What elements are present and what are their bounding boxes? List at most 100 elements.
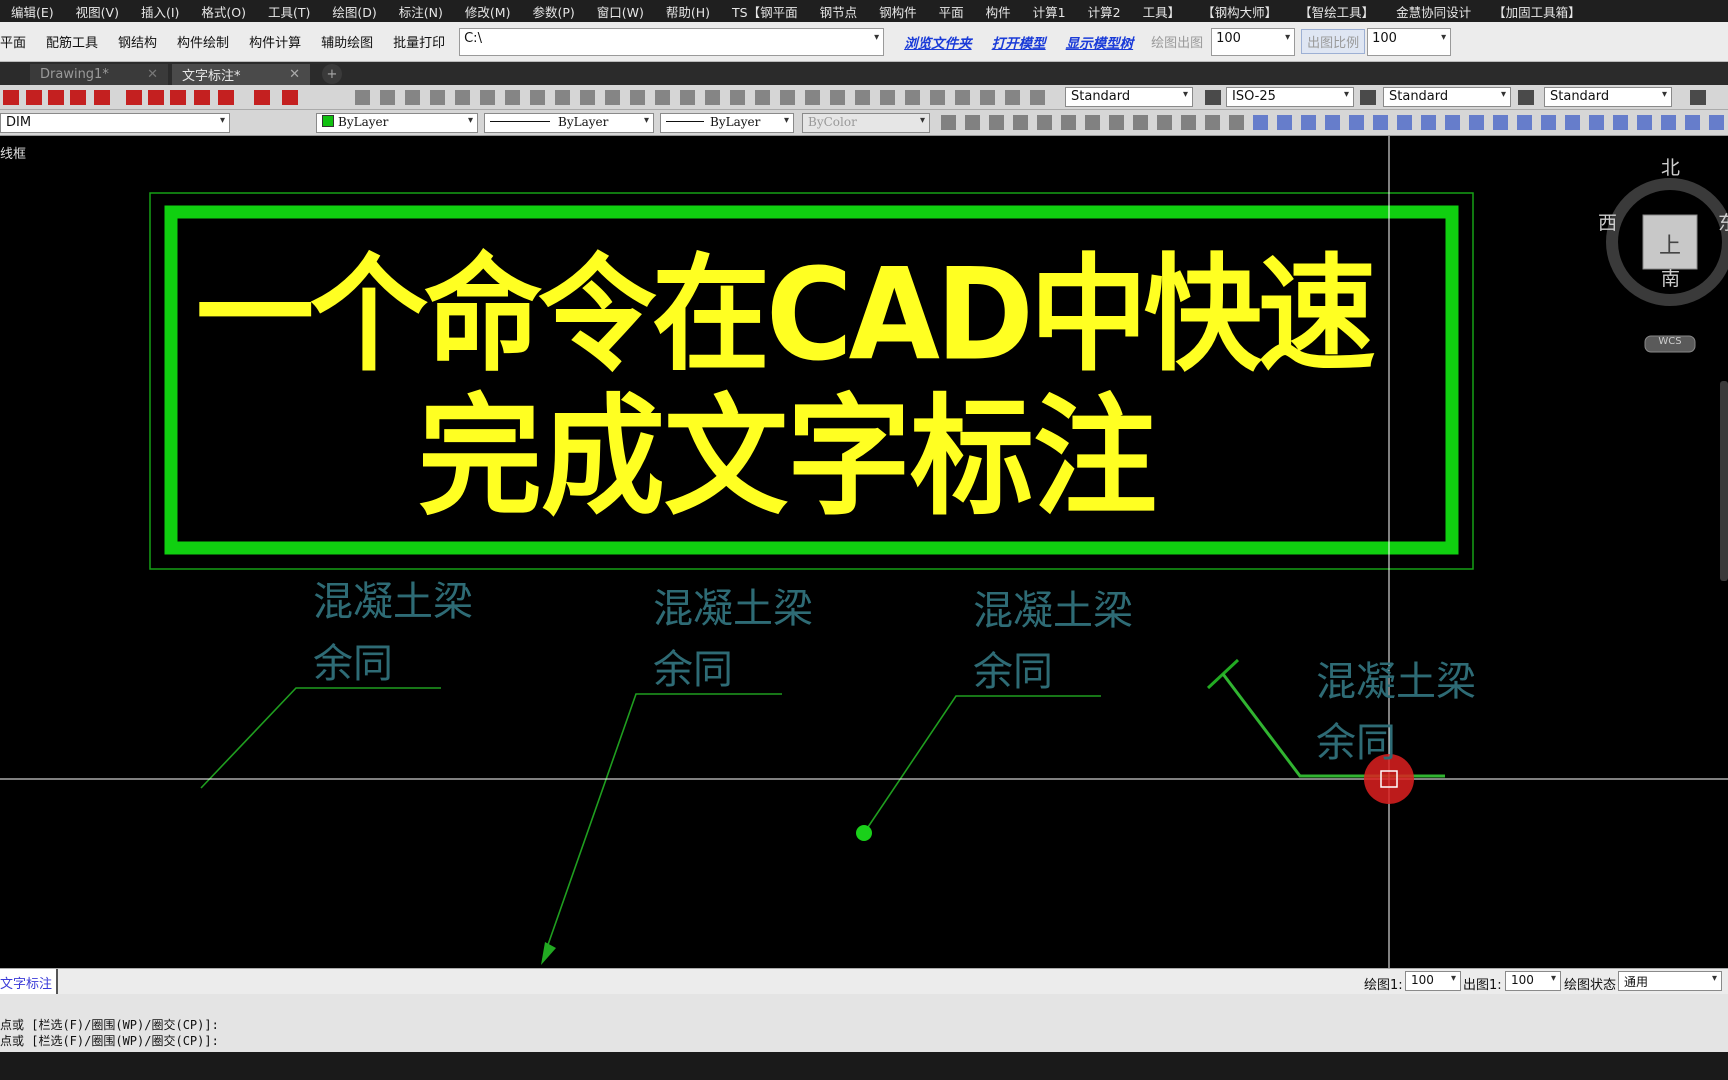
layer-tool-icon[interactable] (1157, 115, 1172, 130)
standard-tool-icon[interactable] (455, 90, 470, 105)
show-model-tree-link[interactable]: 显示模型树 (1056, 32, 1144, 52)
open-model-link[interactable]: 打开模型 (982, 32, 1056, 52)
multileader-style-select[interactable]: Standard ▾ (1544, 87, 1672, 107)
menu-collab-design[interactable]: 金慧协同设计 (1385, 2, 1482, 21)
standard-tool-icon[interactable] (605, 90, 620, 105)
menu-edit[interactable]: 编辑(E) (0, 2, 65, 21)
menu-tools[interactable]: 工具(T) (257, 2, 321, 21)
layer-tool-icon[interactable] (1445, 115, 1460, 130)
standard-tool-icon[interactable] (805, 90, 820, 105)
menu-help[interactable]: 帮助(H) (655, 2, 721, 21)
style-manager-icon[interactable] (1205, 90, 1221, 105)
color-select[interactable]: ByLayer ▾ (316, 113, 478, 133)
close-icon[interactable]: ✕ (147, 67, 158, 82)
standard-tool-icon[interactable] (1030, 90, 1045, 105)
drawing-canvas[interactable]: 线框 一个命令在CAD中快速 完成文字标注 混凝土梁 余同 混凝土梁 余同 混凝… (0, 136, 1728, 968)
layer-tool-icon[interactable] (1685, 115, 1700, 130)
menu-view[interactable]: 视图(V) (65, 2, 130, 21)
layer-tool-icon[interactable] (1109, 115, 1124, 130)
layer-tool-icon[interactable] (1277, 115, 1292, 130)
tab-drawing1[interactable]: Drawing1* ✕ (30, 64, 168, 85)
layer-tool-icon[interactable] (1133, 115, 1148, 130)
plugin-tool-icon[interactable] (170, 90, 186, 105)
standard-tool-icon[interactable] (705, 90, 720, 105)
standard-tool-icon[interactable] (630, 90, 645, 105)
layer-tool-icon[interactable] (1517, 115, 1532, 130)
plugin-tool-icon[interactable] (282, 90, 298, 105)
layer-tool-icon[interactable] (989, 115, 1004, 130)
layer-tool-icon[interactable] (1205, 115, 1220, 130)
toolbar-steel-structure[interactable]: 钢结构 (108, 32, 167, 51)
layer-tool-icon[interactable] (1253, 115, 1268, 130)
tab-text-annotation[interactable]: 文字标注* ✕ (172, 64, 310, 85)
plugin-tool-icon[interactable] (48, 90, 64, 105)
toolbar-batch-print[interactable]: 批量打印 (383, 32, 455, 51)
viewcube-south[interactable]: 南 (1661, 264, 1680, 291)
layer-tool-icon[interactable] (965, 115, 980, 130)
layer-tool-icon[interactable] (1349, 115, 1364, 130)
layer-select[interactable]: DIM ▾ (0, 113, 230, 133)
plugin-tool-icon[interactable] (126, 90, 142, 105)
menu-draw[interactable]: 绘图(D) (321, 2, 387, 21)
standard-tool-icon[interactable] (555, 90, 570, 105)
layer-tool-icon[interactable] (1493, 115, 1508, 130)
menu-steel-node[interactable]: 钢节点 (809, 2, 869, 21)
menu-steel-member[interactable]: 钢构件 (868, 2, 928, 21)
standard-tool-icon[interactable] (505, 90, 520, 105)
toolbar-plan[interactable]: 平面 (0, 32, 36, 51)
layer-tool-icon[interactable] (1541, 115, 1556, 130)
menu-tools-bracket[interactable]: 工具】 (1132, 2, 1192, 21)
plugin-tool-icon[interactable] (218, 90, 234, 105)
standard-tool-icon[interactable] (655, 90, 670, 105)
toolbar-rebar-tools[interactable]: 配筋工具 (36, 32, 108, 51)
lineweight-select[interactable]: ByLayer ▾ (660, 113, 794, 133)
toolbar-member-calc[interactable]: 构件计算 (239, 32, 311, 51)
style-manager-icon[interactable] (1360, 90, 1376, 105)
wcs-label[interactable]: WCS (1650, 336, 1690, 347)
menu-ts-steel-plan[interactable]: TS【钢平面 (721, 2, 809, 21)
menu-calc1[interactable]: 计算1 (1022, 2, 1077, 21)
menu-parameters[interactable]: 参数(P) (521, 2, 585, 21)
standard-tool-icon[interactable] (380, 90, 395, 105)
standard-tool-icon[interactable] (355, 90, 370, 105)
layer-tool-icon[interactable] (1229, 115, 1244, 130)
viewcube-east[interactable]: 东 (1718, 208, 1728, 235)
layer-tool-icon[interactable] (1085, 115, 1100, 130)
browse-folder-link[interactable]: 浏览文件夹 (894, 32, 982, 52)
layer-tool-icon[interactable] (1037, 115, 1052, 130)
close-icon[interactable]: ✕ (289, 67, 300, 82)
plugin-tool-icon[interactable] (70, 90, 86, 105)
layer-tool-icon[interactable] (1637, 115, 1652, 130)
standard-tool-icon[interactable] (755, 90, 770, 105)
standard-tool-icon[interactable] (955, 90, 970, 105)
active-tab-label[interactable]: 文字标注 (0, 969, 59, 994)
viewcube-top[interactable]: 上 (1659, 228, 1681, 260)
standard-tool-icon[interactable] (905, 90, 920, 105)
standard-tool-icon[interactable] (405, 90, 420, 105)
layer-tool-icon[interactable] (1589, 115, 1604, 130)
layer-tool-icon[interactable] (1013, 115, 1028, 130)
layer-tool-icon[interactable] (1301, 115, 1316, 130)
standard-tool-icon[interactable] (680, 90, 695, 105)
layer-tool-icon[interactable] (1469, 115, 1484, 130)
menu-dimension[interactable]: 标注(N) (388, 2, 454, 21)
standard-tool-icon[interactable] (780, 90, 795, 105)
standard-tool-icon[interactable] (930, 90, 945, 105)
out-scale-select[interactable]: 100 ▾ (1367, 27, 1452, 56)
standard-tool-icon[interactable] (830, 90, 845, 105)
layer-tool-icon[interactable] (1565, 115, 1580, 130)
plugin-tool-icon[interactable] (26, 90, 42, 105)
standard-tool-icon[interactable] (480, 90, 495, 105)
menu-insert[interactable]: 插入(I) (130, 2, 190, 21)
plugin-tool-icon[interactable] (94, 90, 110, 105)
out-scale-label[interactable]: 出图比例 (1301, 29, 1366, 54)
menu-smart-tools[interactable]: 【智绘工具】 (1288, 2, 1385, 21)
viewcube-west[interactable]: 西 (1598, 208, 1617, 235)
layer-tool-icon[interactable] (1613, 115, 1628, 130)
path-input[interactable]: C:\ ▾ (459, 27, 885, 56)
layer-tool-icon[interactable] (1325, 115, 1340, 130)
standard-tool-icon[interactable] (880, 90, 895, 105)
layer-tool-icon[interactable] (1397, 115, 1412, 130)
plugin-tool-icon[interactable] (254, 90, 270, 105)
toolbar-member-drawing[interactable]: 构件绘制 (167, 32, 239, 51)
